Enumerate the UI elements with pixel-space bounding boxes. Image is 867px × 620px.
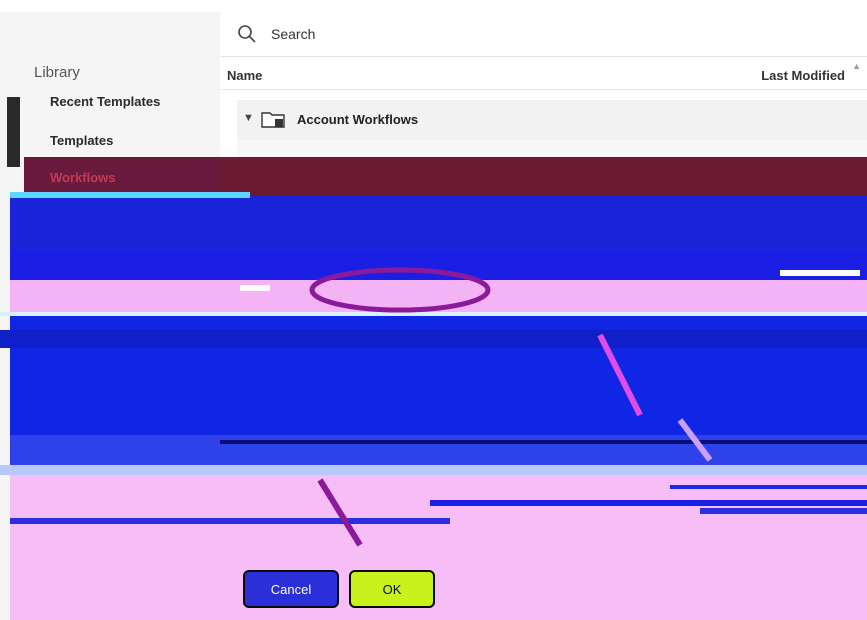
glitch-overlay: [0, 192, 867, 547]
ok-button[interactable]: OK: [349, 570, 435, 608]
cancel-button[interactable]: Cancel: [243, 570, 339, 608]
